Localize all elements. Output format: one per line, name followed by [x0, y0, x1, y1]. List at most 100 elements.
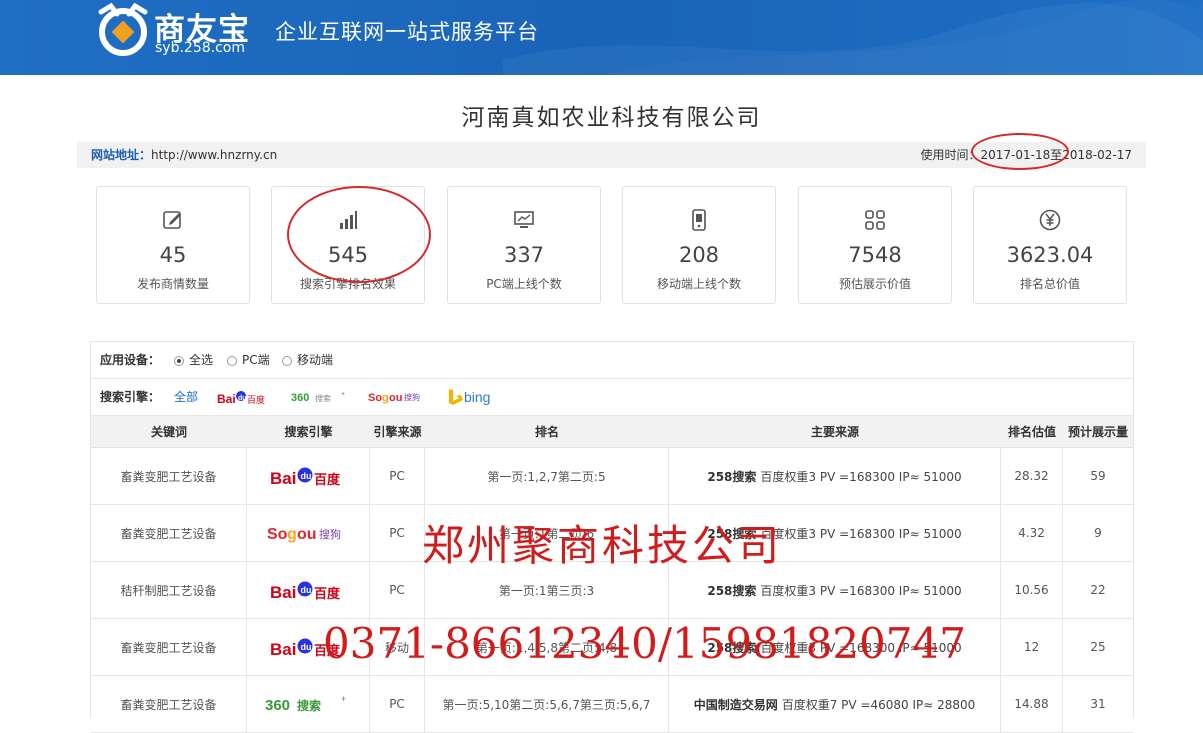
svg-text:Bai: Bai: [270, 583, 296, 602]
svg-text:360: 360: [291, 392, 309, 404]
svg-text:搜索: 搜索: [297, 698, 321, 713]
device-option-label: 全选: [189, 353, 214, 367]
stat-label: 发布商情数量: [136, 277, 209, 291]
engine-filter-label: 搜索引擎：: [100, 390, 161, 404]
engine-cell: 360 搜索 +: [247, 676, 370, 732]
svg-text:搜狗: 搜狗: [404, 392, 420, 402]
rank-cell: 第一页:5,10第二页:5,6,7第三页:5,6,7: [425, 676, 669, 732]
baidu-logo-icon: Bai du 百度: [270, 581, 341, 602]
stat-label: 排名总价值: [1019, 277, 1080, 291]
main-source-detail: 百度权重3 PV =168300 IP≈ 51000: [760, 583, 962, 598]
yen-icon: [1039, 209, 1061, 231]
radio-dot-icon[interactable]: [227, 355, 237, 366]
svg-text:+: +: [341, 694, 346, 704]
rank-value-cell: 10.56: [1001, 562, 1063, 618]
bing-logo-icon[interactable]: bing: [447, 387, 501, 407]
device-filter: 应用设备： 全选 PC端 移动端: [91, 342, 1133, 379]
shangyoubao-logo-icon[interactable]: [95, 2, 151, 58]
header-wave-decoration: [503, 3, 1203, 75]
baidu-logo-icon[interactable]: Bai du 百度: [217, 387, 269, 407]
column-header: 关键词: [150, 425, 187, 439]
svg-text:Bai: Bai: [217, 392, 236, 406]
main-source-detail: 百度权重3 PV =168300 IP≈ 51000: [760, 526, 962, 541]
radio-dot-icon[interactable]: [174, 355, 184, 366]
column-header: 搜索引擎: [284, 425, 333, 439]
engine-option-all[interactable]: 全部: [174, 379, 198, 416]
annotation-circle-date: [971, 133, 1069, 170]
svg-text:du: du: [301, 585, 312, 595]
source-cell: PC: [370, 676, 425, 732]
rank-value-cell: 28.32: [1001, 448, 1063, 504]
svg-text:bing: bing: [464, 389, 490, 405]
keyword-cell: 畜粪变肥工艺设备: [91, 505, 247, 561]
svg-text:+: +: [341, 391, 345, 398]
rank-cell: 第一页:1,2,7第二页:5: [425, 448, 669, 504]
source-cell: PC: [370, 562, 425, 618]
stat-card-display-value: 7548 预估展示价值: [798, 186, 952, 304]
views-cell: 59: [1090, 469, 1106, 483]
device-option-pc[interactable]: PC端: [227, 342, 270, 379]
grid-icon: [865, 210, 885, 230]
360-search-logo-icon[interactable]: 360 搜索 +: [291, 387, 351, 407]
sogou-logo-icon[interactable]: So g ou 搜狗: [368, 387, 426, 407]
table-header: 关键词 搜索引擎 引擎来源 排名 主要来源 排名估值 预计展示量: [91, 416, 1133, 448]
svg-text:So: So: [267, 526, 288, 543]
stat-value: 3623.04: [1006, 243, 1094, 267]
header-slogan: 企业互联网一站式服务平台: [275, 20, 539, 44]
device-option-mobile[interactable]: 移动端: [282, 342, 333, 379]
main-source-site: 258搜索: [707, 583, 757, 598]
device-option-all[interactable]: 全选: [174, 342, 213, 379]
column-header: 引擎来源: [373, 425, 422, 439]
edit-icon: [163, 211, 181, 229]
engine-filter: 搜索引擎： 全部 Bai du 百度 360 搜索 + So g ou 搜狗 b…: [91, 379, 1133, 416]
source-cell: PC: [370, 448, 425, 504]
main-source-detail: 百度权重7 PV =46080 IP≈ 28800: [781, 697, 976, 712]
svg-text:du: du: [238, 395, 247, 402]
monitor-icon: [514, 211, 534, 228]
table-row: 畜粪变肥工艺设备 360 搜索 + PC 第一页:5,10第二页:5,6,7第三页:5,6…: [91, 676, 1133, 733]
svg-text:360: 360: [265, 697, 290, 714]
main-source-site: 中国制造交易网: [693, 697, 778, 712]
svg-text:du: du: [301, 642, 312, 652]
stat-label: 移动端上线个数: [656, 277, 741, 291]
svg-text:搜狗: 搜狗: [319, 527, 341, 541]
main-source-cell: 中国制造交易网 百度权重7 PV =46080 IP≈ 28800: [669, 676, 1001, 732]
stat-card-total-value: 3623.04 排名总价值: [973, 186, 1127, 304]
main-source-cell: 258搜索 百度权重3 PV =168300 IP≈ 51000: [669, 448, 1001, 504]
column-header: 排名估值: [1007, 425, 1056, 439]
stat-card-posts: 45 发布商情数量: [96, 186, 250, 304]
brand-domain: syb.258.com: [155, 40, 245, 56]
keyword-cell: 畜粪变肥工艺设备: [91, 619, 247, 675]
app-header: 商友宝 syb.258.com 企业互联网一站式服务平台: [0, 0, 1203, 75]
stat-value: 337: [503, 243, 545, 267]
radio-dot-icon[interactable]: [282, 355, 292, 366]
rank-value-cell: 12: [1001, 619, 1063, 675]
stat-value: 7548: [848, 243, 902, 267]
sogou-logo-icon: So g ou 搜狗: [267, 526, 341, 543]
column-header: 预计展示量: [1067, 425, 1128, 439]
views-cell: 31: [1090, 697, 1106, 711]
svg-text:Bai: Bai: [270, 469, 296, 488]
main-source-detail: 百度权重3 PV =168300 IP≈ 51000: [760, 469, 962, 484]
stat-label: PC端上线个数: [486, 277, 562, 291]
baidu-logo-icon: Bai du 百度: [270, 467, 341, 488]
company-title: 河南真如农业科技有限公司: [461, 105, 762, 131]
device-option-label: PC端: [242, 353, 270, 367]
device-filter-label: 应用设备：: [100, 353, 161, 367]
site-address-label: 网站地址：: [91, 148, 152, 162]
stat-card-pc-online: 337 PC端上线个数: [447, 186, 601, 304]
site-address-url[interactable]: http://www.hnzrny.cn: [151, 148, 277, 162]
svg-text:百度: 百度: [314, 472, 341, 488]
stat-value: 208: [678, 243, 720, 267]
main-source-site: 258搜索: [707, 469, 757, 484]
engine-cell: Bai du 百度: [247, 562, 370, 618]
engine-cell: So g ou 搜狗: [247, 505, 370, 561]
stat-card-mobile-online: 208 移动端上线个数: [622, 186, 776, 304]
site-address: 网站地址：http://www.hnzrny.cn: [91, 142, 277, 168]
views-cell: 25: [1090, 640, 1106, 654]
rank-value-cell: 4.32: [1001, 505, 1063, 561]
stat-label: 预估展示价值: [838, 277, 911, 291]
watermark-company: 郑州聚商科技公司: [422, 521, 783, 570]
stat-value: 45: [159, 243, 187, 267]
views-cell: 22: [1090, 583, 1106, 597]
